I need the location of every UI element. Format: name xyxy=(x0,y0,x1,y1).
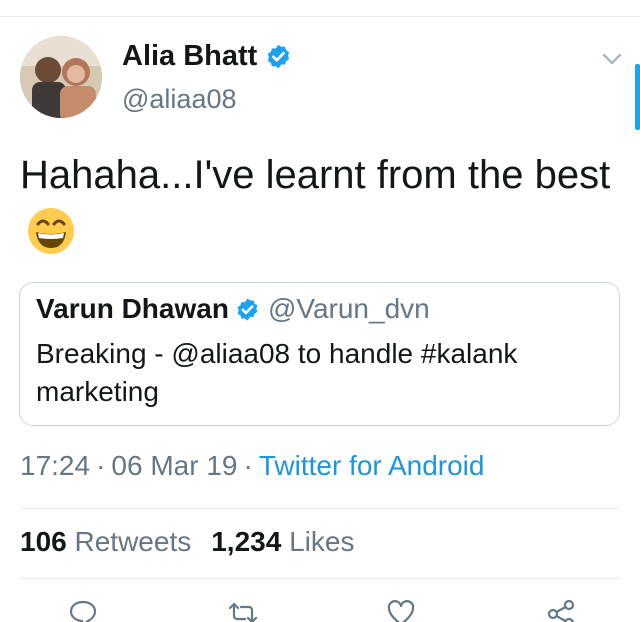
top-divider xyxy=(0,16,640,17)
author-name[interactable]: Alia Bhatt xyxy=(122,40,257,73)
meta-separator: · xyxy=(96,450,106,481)
tweet-date[interactable]: 06 Mar 19 xyxy=(111,450,237,481)
author-handle[interactable]: @aliaa08 xyxy=(122,84,237,115)
verified-badge-icon xyxy=(237,298,258,320)
scrollbar-thumb[interactable] xyxy=(635,64,640,130)
tweet-detail-screen: Alia Bhatt @aliaa08 Hahaha...I've learnt… xyxy=(0,0,640,622)
retweets-count: 106 xyxy=(20,526,67,557)
quoted-author-name: Varun Dhawan xyxy=(36,293,229,324)
tweet-meta: 17:24 · 06 Mar 19 · Twitter for Android xyxy=(20,450,484,482)
meta-separator: · xyxy=(243,450,253,481)
author-name-row[interactable]: Alia Bhatt xyxy=(122,40,292,73)
likes-stat[interactable]: 1,234 Likes xyxy=(211,526,354,557)
tweet-text: Hahaha...I've learnt from the best xyxy=(20,153,611,197)
retweets-label: Retweets xyxy=(74,526,192,557)
likes-label: Likes xyxy=(289,526,355,557)
quoted-tweet-card[interactable]: Varun Dhawan @Varun_dvn Breaking - @alia… xyxy=(19,282,620,426)
share-icon[interactable] xyxy=(544,598,578,622)
avatar[interactable] xyxy=(20,36,102,118)
retweet-icon[interactable] xyxy=(226,598,260,622)
grinning-face-emoji-icon xyxy=(28,208,74,254)
tweet-time[interactable]: 17:24 xyxy=(20,450,90,481)
likes-count: 1,234 xyxy=(211,526,282,557)
tweet-source-link[interactable]: Twitter for Android xyxy=(259,450,485,481)
verified-badge-icon xyxy=(268,44,290,69)
divider xyxy=(20,578,620,579)
quoted-tweet-text: Breaking - @aliaa08 to handle #kalank ma… xyxy=(36,338,518,407)
avatar-image xyxy=(20,36,102,118)
divider xyxy=(20,508,620,509)
chevron-down-icon[interactable] xyxy=(602,52,622,66)
heart-icon[interactable] xyxy=(384,598,418,622)
retweets-stat[interactable]: 106 Retweets xyxy=(20,526,191,557)
reply-icon[interactable] xyxy=(66,598,100,622)
tweet-stats: 106 Retweets 1,234 Likes xyxy=(20,526,354,558)
tweet-body: Hahaha...I've learnt from the best xyxy=(20,146,630,262)
quoted-author-handle: @Varun_dvn xyxy=(267,293,430,324)
quoted-tweet-header: Varun Dhawan @Varun_dvn xyxy=(36,293,430,325)
